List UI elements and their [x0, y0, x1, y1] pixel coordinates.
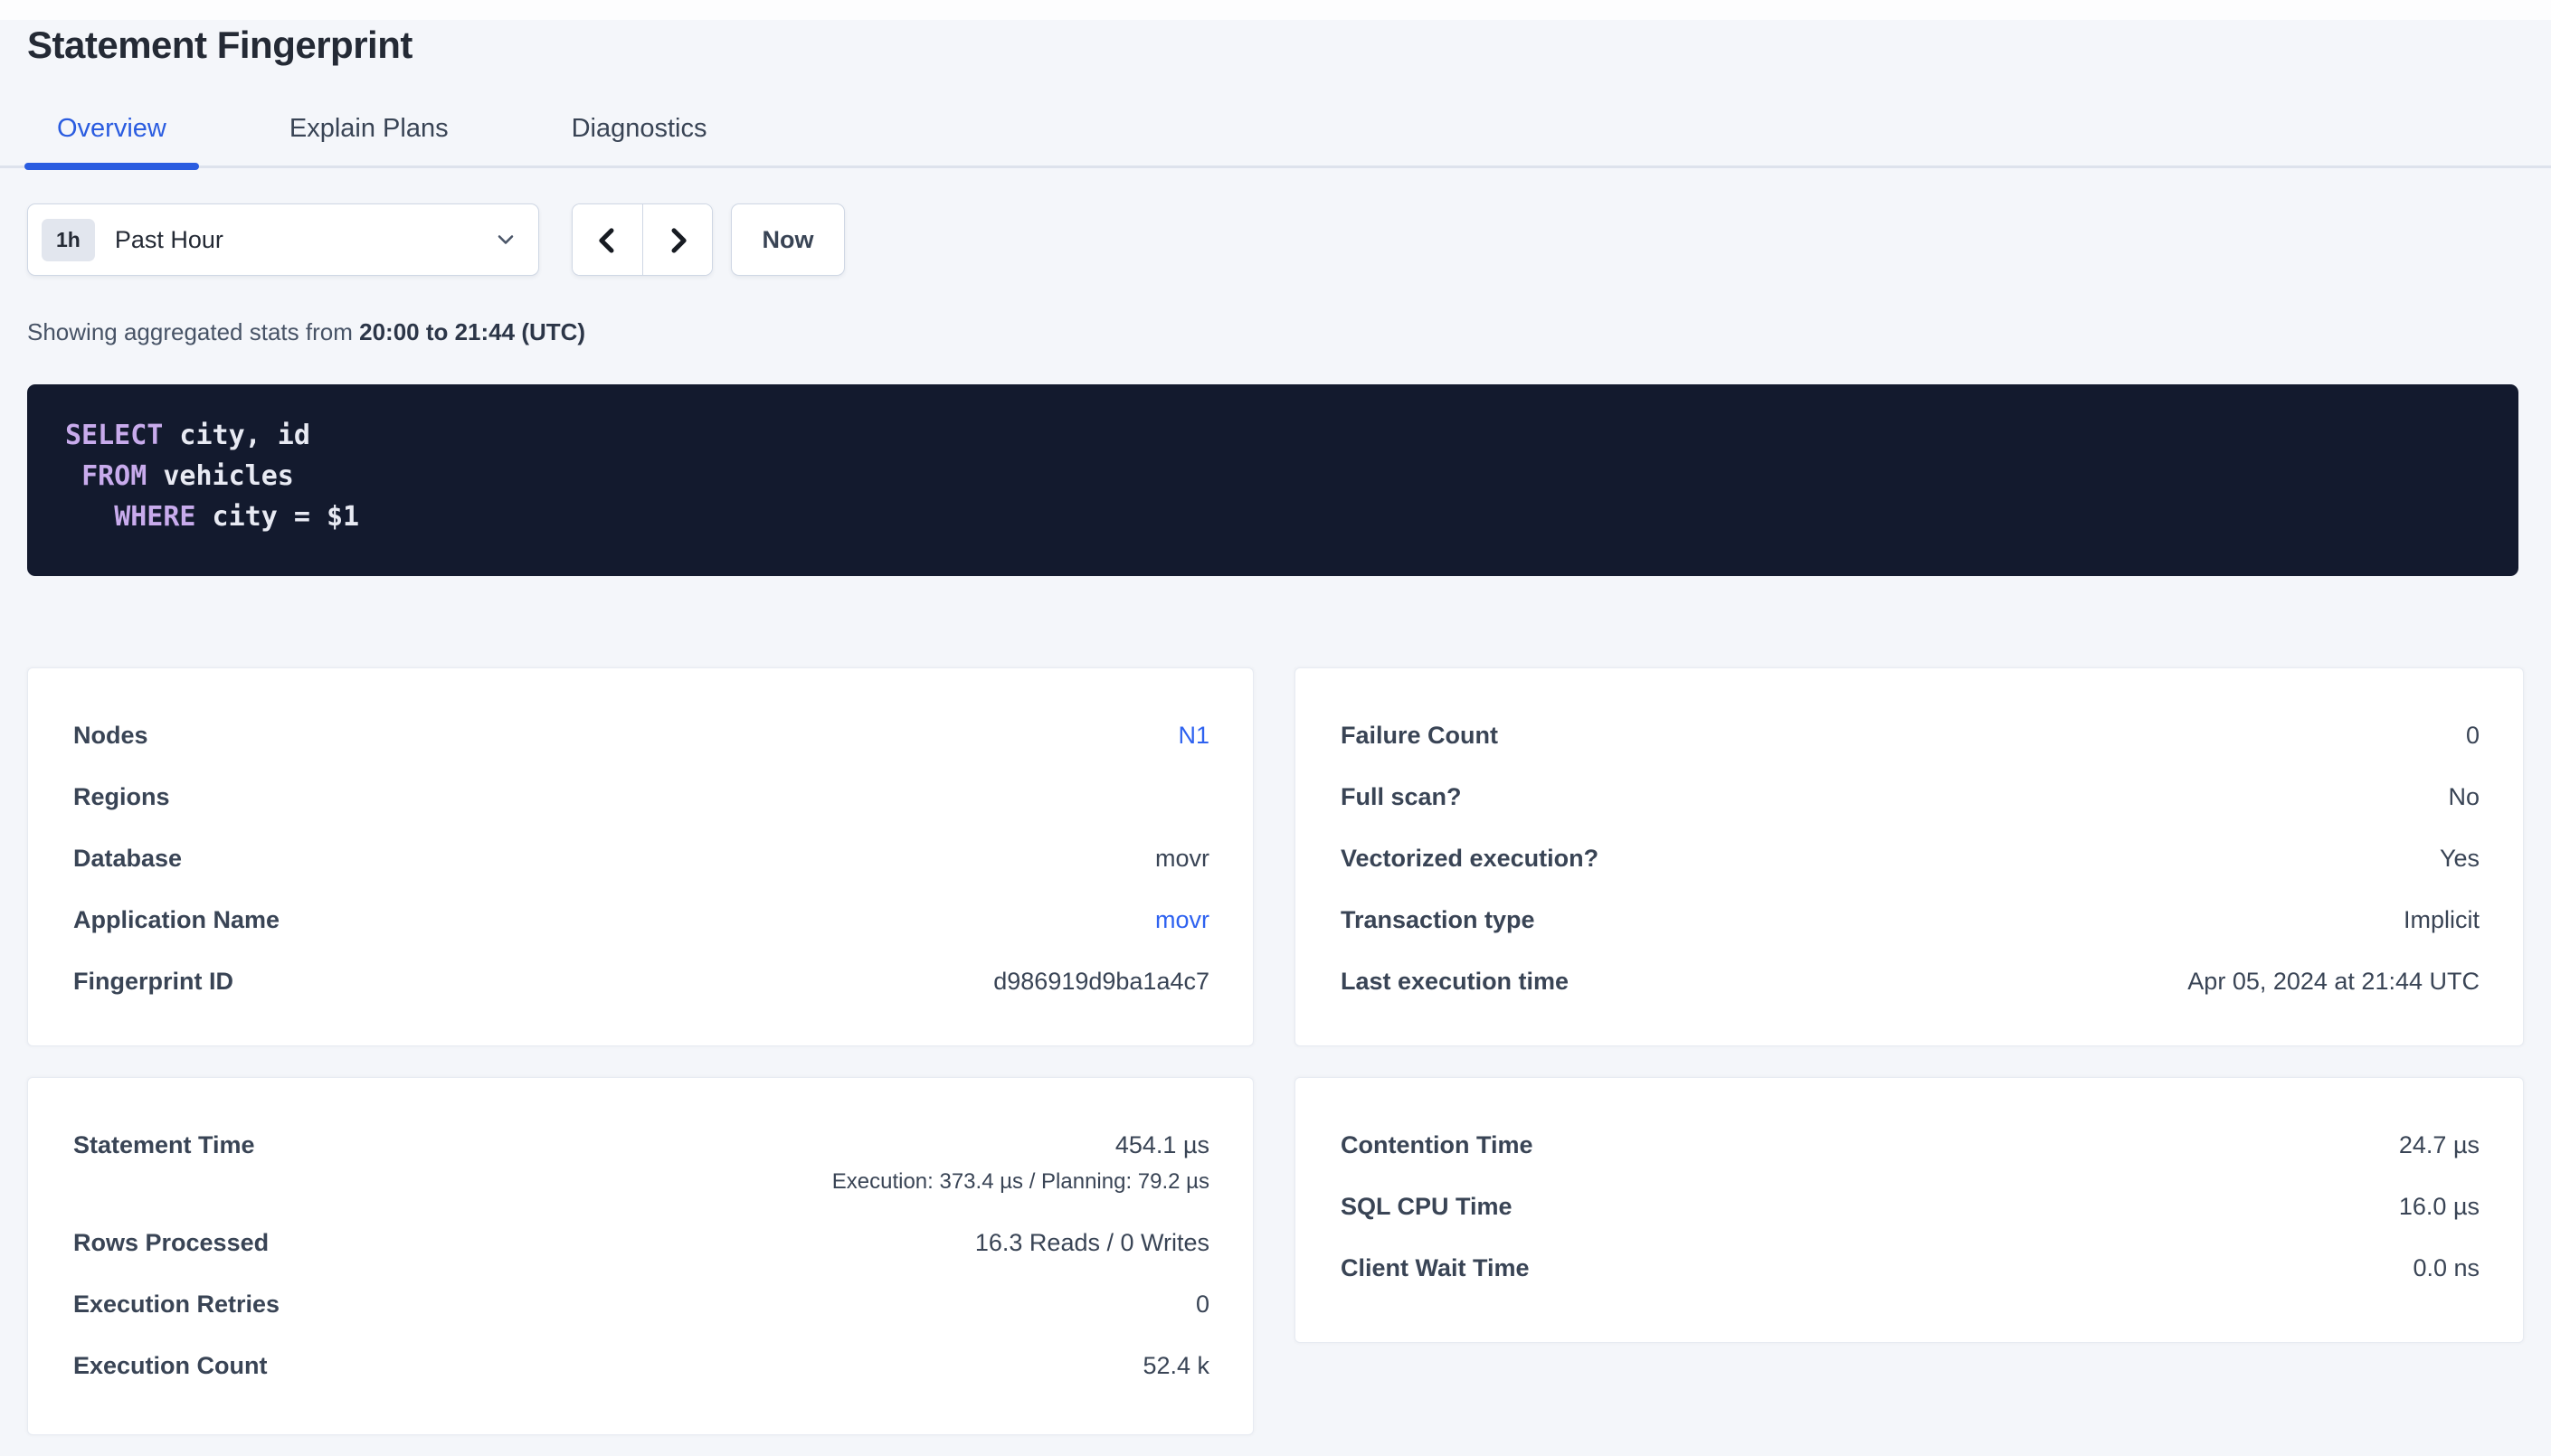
- statement-details-card-right: Failure Count 0 Full scan? No Vectorized exe…: [1294, 667, 2524, 1046]
- stat-row-statement-time: Statement Time 454.1 µs: [73, 1130, 1209, 1159]
- stat-row-nodes: Nodes N1: [73, 721, 1209, 750]
- time-shift-buttons: [572, 203, 713, 276]
- stat-value: movr: [1155, 844, 1209, 873]
- sql-keyword: FROM: [81, 460, 147, 492]
- stat-label: Application Name: [73, 905, 280, 934]
- time-picker-row: 1h Past Hour Now: [27, 203, 845, 276]
- stat-value: Apr 05, 2024 at 21:44 UTC: [2187, 967, 2480, 996]
- sql-text: city = $1: [196, 501, 360, 533]
- page-title: Statement Fingerprint: [27, 24, 413, 67]
- sql-text: [65, 460, 81, 492]
- stat-row-database: Database movr: [73, 844, 1209, 873]
- stat-value: 0: [2466, 721, 2480, 750]
- statement-fingerprint-page: Statement Fingerprint Overview Explain Pl…: [0, 0, 2551, 1456]
- stat-value: 0: [1196, 1290, 1209, 1319]
- time-range-dropdown[interactable]: 1h Past Hour: [27, 203, 539, 276]
- stat-value: 24.7 µs: [2399, 1130, 2480, 1159]
- stat-value: Yes: [2440, 844, 2480, 873]
- time-range-badge: 1h: [42, 219, 95, 261]
- stat-row-sql-cpu-time: SQL CPU Time 16.0 µs: [1341, 1192, 2480, 1221]
- stat-label: Regions: [73, 782, 170, 811]
- chevron-right-icon: [660, 223, 695, 258]
- stat-label: Vectorized execution?: [1341, 844, 1598, 873]
- stat-value: 0.0 ns: [2413, 1253, 2480, 1282]
- stat-subvalue: Execution: 373.4 µs / Planning: 79.2 µs: [73, 1168, 1209, 1196]
- stat-row-regions: Regions: [73, 782, 1209, 811]
- tab-explain-plans[interactable]: Explain Plans: [257, 114, 481, 165]
- stat-label: Contention Time: [1341, 1130, 1533, 1159]
- stat-label: SQL CPU Time: [1341, 1192, 1513, 1221]
- statement-timing-card-right: Contention Time 24.7 µs SQL CPU Time 16.0 µ…: [1294, 1077, 2524, 1343]
- previous-time-button[interactable]: [573, 204, 642, 276]
- statement-timing-card-left: Statement Time 454.1 µs Execution: 373.4 µ…: [27, 1077, 1254, 1435]
- chevron-left-icon: [591, 223, 625, 258]
- stat-row-execution-retries: Execution Retries 0: [73, 1290, 1209, 1319]
- stat-label: Rows Processed: [73, 1228, 269, 1257]
- tab-diagnostics[interactable]: Diagnostics: [539, 114, 740, 165]
- stat-row-transaction-type: Transaction type Implicit: [1341, 905, 2480, 934]
- next-time-button[interactable]: [642, 204, 712, 276]
- sql-keyword: SELECT: [65, 420, 163, 451]
- statement-details-card-left: NodesN1RegionsDatabasemovrApplication Na…: [27, 667, 1254, 1046]
- stat-value-link[interactable]: movr: [1155, 905, 1209, 934]
- stat-label: Fingerprint ID: [73, 967, 233, 996]
- sql-text: vehicles: [147, 460, 294, 492]
- stat-value: 52.4 k: [1143, 1351, 1209, 1380]
- stat-value: d986919d9ba1a4c7: [993, 967, 1209, 996]
- stat-label: Execution Count: [73, 1351, 268, 1380]
- sql-statement-box: SELECT city, id FROM vehicles WHERE city…: [27, 384, 2518, 576]
- stat-label: Last execution time: [1341, 967, 1569, 996]
- tab-bar: Overview Explain Plans Diagnostics: [0, 107, 2551, 168]
- stat-row-full-scan: Full scan? No: [1341, 782, 2480, 811]
- stat-row-vectorized-execution: Vectorized execution? Yes: [1341, 844, 2480, 873]
- stat-value: 16.0 µs: [2399, 1192, 2480, 1221]
- sql-text: [65, 501, 114, 533]
- stat-label: Nodes: [73, 721, 148, 750]
- stat-label: Execution Retries: [73, 1290, 280, 1319]
- aggregated-stats-note: Showing aggregated stats from 20:00 to 2…: [27, 318, 585, 346]
- stat-row-failure-count: Failure Count 0: [1341, 721, 2480, 750]
- sql-statement-text: SELECT city, id FROM vehicles WHERE city…: [65, 415, 2480, 537]
- stat-row-application-name: Application Name movr: [73, 905, 1209, 934]
- stat-row-execution-count: Execution Count 52.4 k: [73, 1351, 1209, 1380]
- top-strip: [0, 0, 2551, 20]
- aggregated-stats-prefix: Showing aggregated stats from: [27, 318, 359, 345]
- stat-label: Transaction type: [1341, 905, 1535, 934]
- stat-label: Full scan?: [1341, 782, 1462, 811]
- stat-label: Client Wait Time: [1341, 1253, 1530, 1282]
- aggregated-stats-range: 20:00 to 21:44 (UTC): [359, 318, 585, 345]
- stat-row-client-wait-time: Client Wait Time 0.0 ns: [1341, 1253, 2480, 1282]
- time-range-label: Past Hour: [115, 226, 493, 254]
- sql-keyword: WHERE: [114, 501, 195, 533]
- stat-value: 454.1 µs: [1115, 1130, 1209, 1159]
- stat-row-rows-processed: Rows Processed 16.3 Reads / 0 Writes: [73, 1228, 1209, 1257]
- chevron-down-icon: [493, 227, 518, 252]
- stat-row-contention-time: Contention Time 24.7 µs: [1341, 1130, 2480, 1159]
- stat-value: No: [2448, 782, 2480, 811]
- stat-value: 16.3 Reads / 0 Writes: [975, 1228, 1209, 1257]
- stat-row-fingerprint-id: Fingerprint ID d986919d9ba1a4c7: [73, 967, 1209, 996]
- stat-row-last-execution-time: Last execution time Apr 05, 2024 at 21:44…: [1341, 967, 2480, 996]
- stat-label: Failure Count: [1341, 721, 1498, 750]
- stat-label: Database: [73, 844, 182, 873]
- now-button[interactable]: Now: [731, 203, 845, 276]
- tab-overview[interactable]: Overview: [24, 114, 199, 165]
- stat-label: Statement Time: [73, 1130, 255, 1159]
- stat-value: Implicit: [2404, 905, 2480, 934]
- stat-value-link[interactable]: N1: [1178, 721, 1209, 750]
- sql-text: city, id: [163, 420, 310, 451]
